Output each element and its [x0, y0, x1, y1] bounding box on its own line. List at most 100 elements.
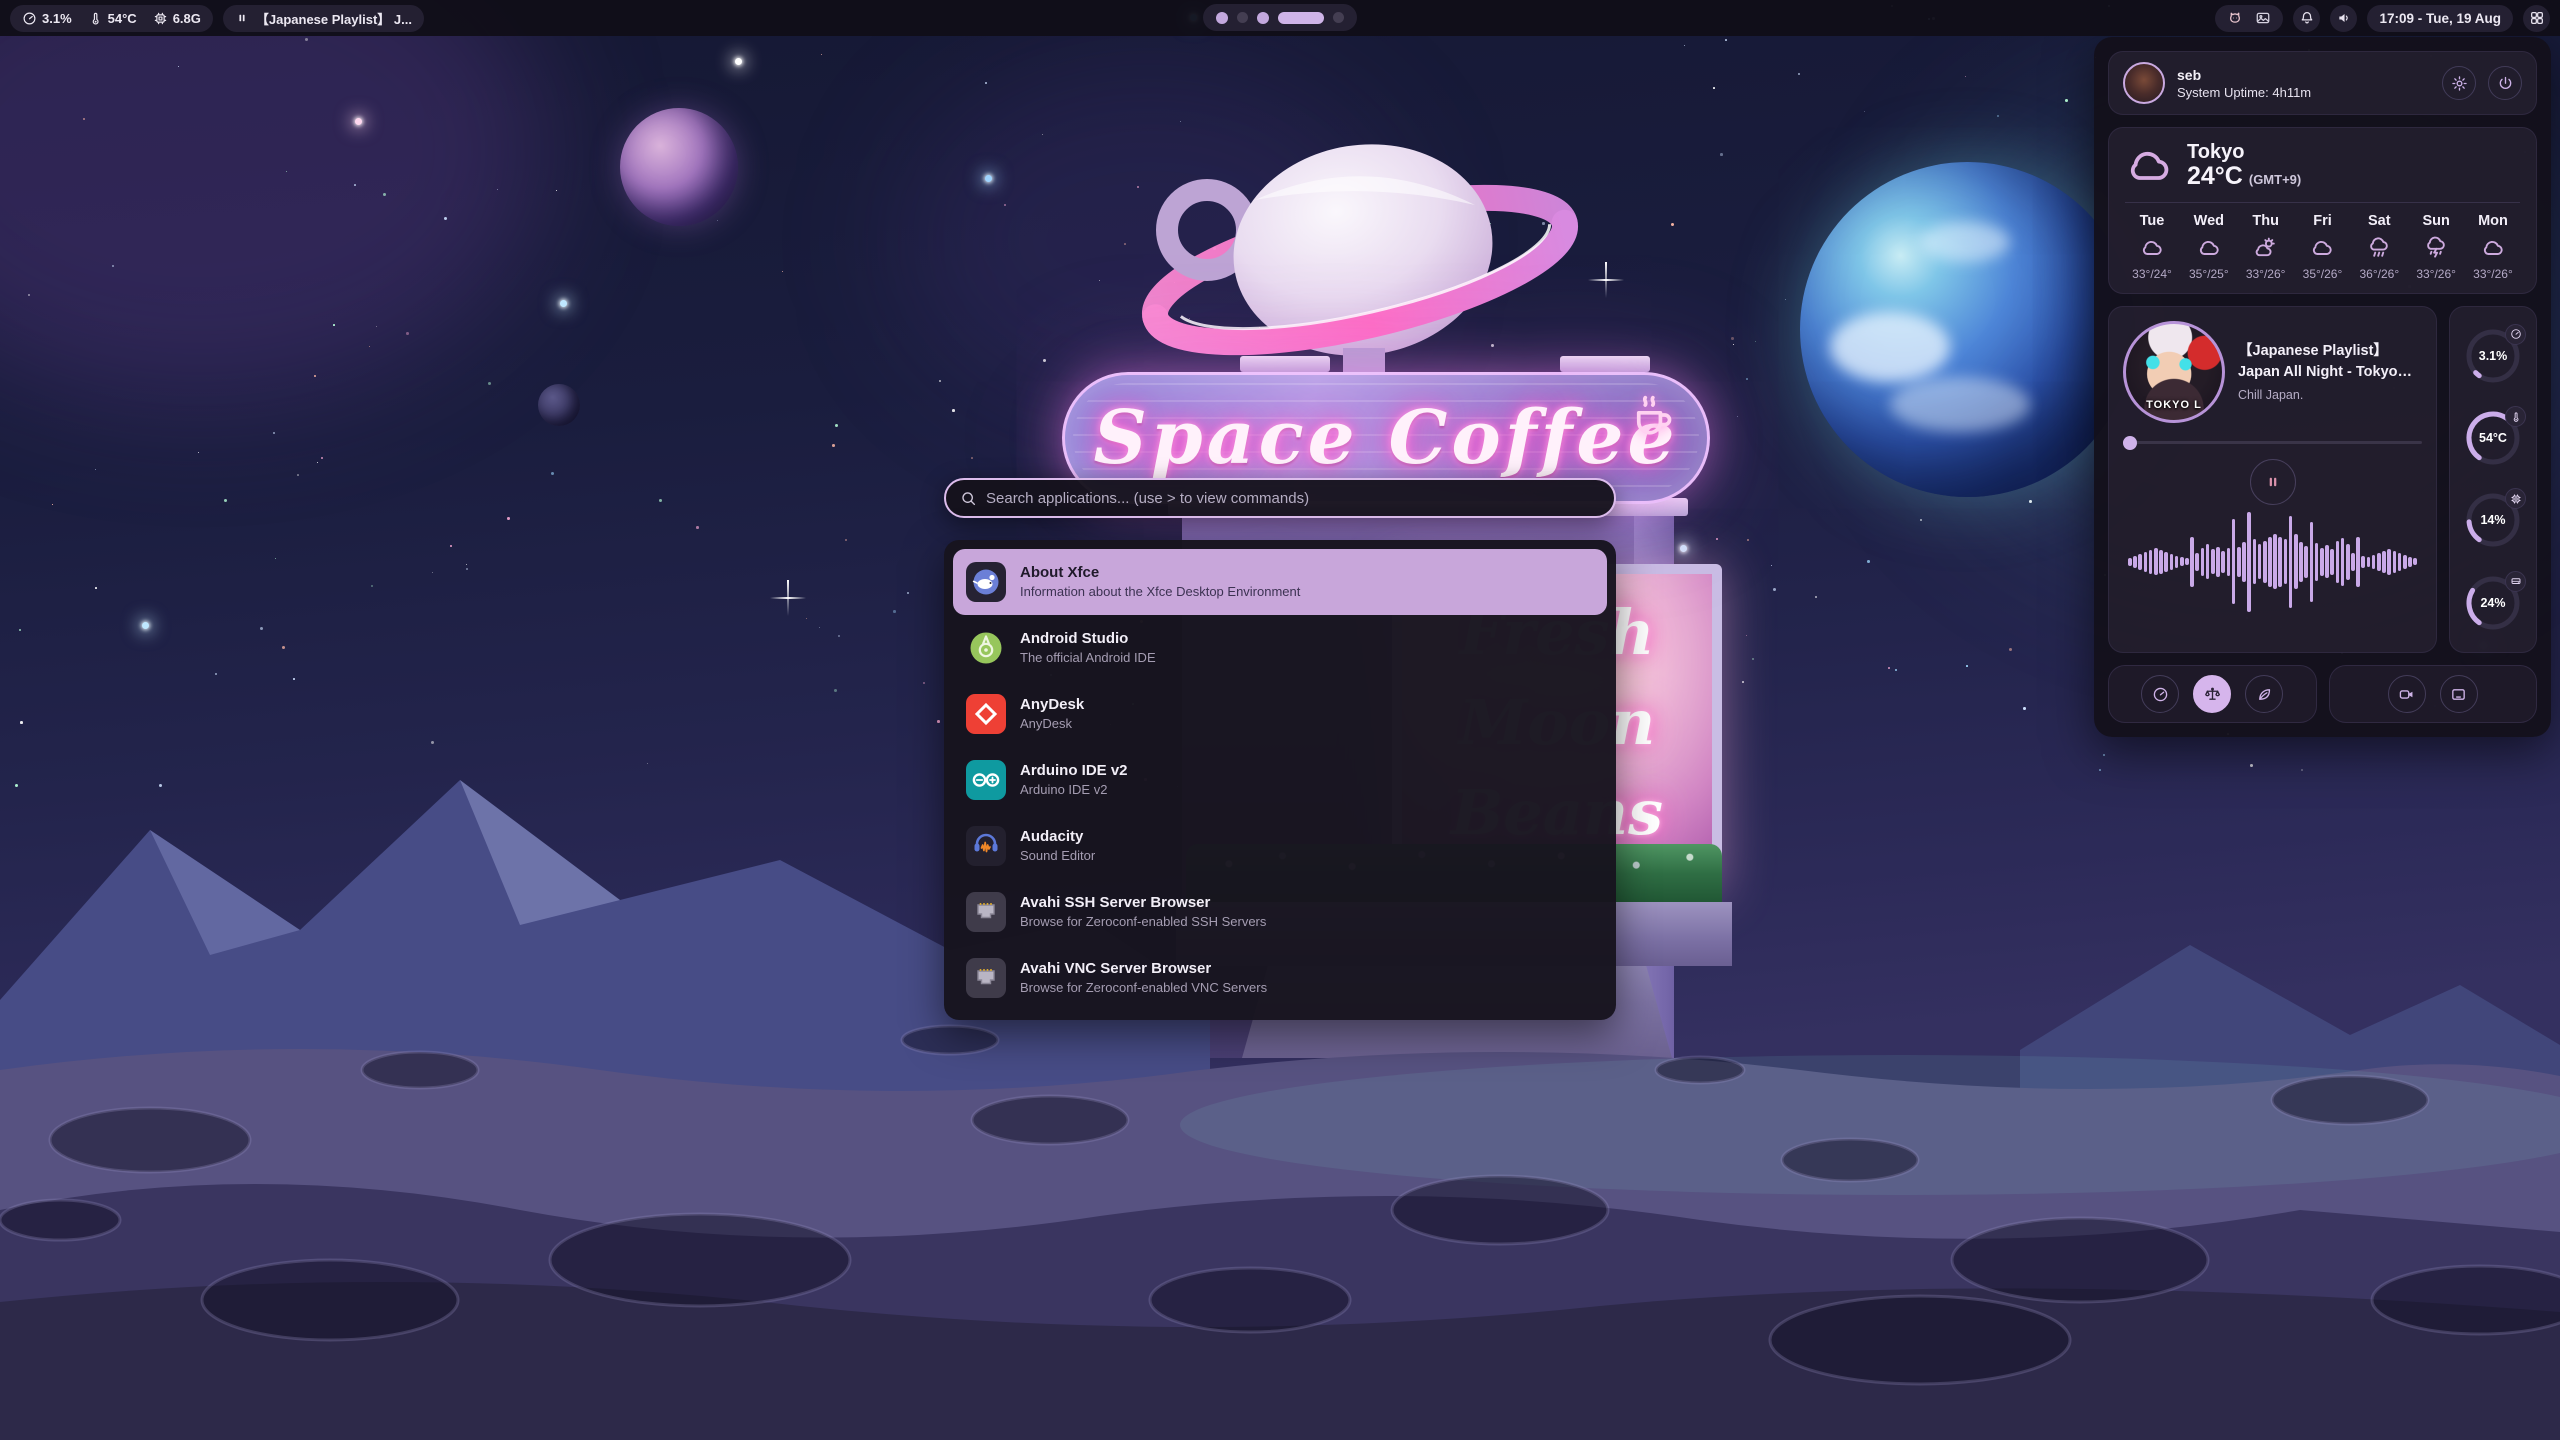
app-list-item[interactable]: Android Studio The official Android IDE — [953, 615, 1607, 681]
visualizer-bar — [2336, 541, 2340, 583]
app-list-item[interactable]: Avahi SSH Server Browser Browse for Zero… — [953, 879, 1607, 945]
track-artist: Chill Japan. — [2238, 388, 2422, 402]
album-art[interactable]: TOKYO L — [2123, 321, 2225, 423]
visualizer-bar — [2377, 553, 2381, 571]
rain-icon — [2367, 236, 2391, 260]
gauge-icon — [2505, 324, 2526, 345]
storm-icon — [2424, 236, 2448, 260]
visualizer-bar — [2164, 552, 2168, 572]
screen-record-button[interactable] — [2388, 675, 2426, 713]
small-moon — [538, 384, 580, 426]
control-center-panel: seb System Uptime: 4h11m Tokyo 24°C(GMT+… — [2094, 37, 2551, 737]
cloud-icon — [2481, 236, 2505, 260]
volume-button[interactable] — [2330, 5, 2357, 32]
chip-gauge: 14% — [2464, 491, 2522, 549]
visualizer-bar — [2408, 557, 2412, 567]
visualizer-bar — [2144, 552, 2148, 572]
cpu-temp: 54°C — [108, 11, 137, 26]
forecast-day: Tue 33°/24° — [2125, 213, 2179, 281]
visualizer-bar — [2294, 534, 2298, 589]
app-name: Avahi SSH Server Browser — [1020, 893, 1266, 913]
visualizer-bar — [2133, 556, 2137, 568]
visualizer-bar — [2361, 556, 2365, 568]
visualizer-bar — [2387, 549, 2391, 575]
power-button[interactable] — [2488, 66, 2522, 100]
visualizer-bar — [2403, 555, 2407, 569]
avahi-app-icon — [966, 892, 1006, 932]
forecast-temps: 35°/25° — [2189, 267, 2229, 281]
app-list-item[interactable]: About Xfce Information about the Xfce De… — [953, 549, 1607, 615]
thermometer-icon — [88, 11, 103, 26]
pause-icon — [2264, 473, 2282, 491]
visualizer-bar — [2175, 556, 2179, 568]
coffee-cup-icon — [1629, 389, 1681, 441]
visualizer-bar — [2253, 539, 2257, 584]
arduino-app-icon — [966, 760, 1006, 800]
visualizer-bar — [2211, 549, 2215, 574]
visualizer-bar — [2138, 554, 2142, 570]
app-grid-button[interactable] — [2523, 5, 2550, 32]
app-list-item[interactable]: AnyDesk AnyDesk — [953, 681, 1607, 747]
cat-tray-icon[interactable] — [2227, 10, 2243, 26]
app-list-item[interactable]: Avahi VNC Server Browser Browse for Zero… — [953, 945, 1607, 1011]
saturn-cup-art — [1115, 110, 1605, 400]
visualizer-bar — [2154, 548, 2158, 575]
seek-bar[interactable] — [2123, 436, 2422, 450]
weather-temperature: 24°C — [2187, 162, 2243, 190]
notifications-button[interactable] — [2293, 5, 2320, 32]
visualizer-bar — [2325, 545, 2329, 578]
app-name: Arduino IDE v2 — [1020, 761, 1128, 781]
workspace-dot-3[interactable] — [1257, 12, 1269, 24]
performance-profile-button[interactable] — [2141, 675, 2179, 713]
username: seb — [2177, 67, 2430, 83]
search-box[interactable] — [944, 478, 1616, 518]
system-stats-pill[interactable]: 3.1% 54°C 6.8G — [10, 5, 213, 32]
disk-icon — [2505, 571, 2526, 592]
seek-knob[interactable] — [2123, 436, 2137, 450]
cpu-usage: 3.1% — [42, 11, 72, 26]
app-list-item[interactable]: Arduino IDE v2 Arduino IDE v2 — [953, 747, 1607, 813]
workspace-dot-1[interactable] — [1216, 12, 1228, 24]
cloud-icon — [2140, 236, 2164, 260]
earth-planet — [1800, 162, 2135, 497]
system-tray[interactable] — [2215, 5, 2283, 32]
app-name: AnyDesk — [1020, 695, 1084, 715]
apps-grid-icon — [2529, 10, 2545, 26]
forecast-day-label: Tue — [2140, 213, 2165, 229]
bell-icon — [2299, 10, 2315, 26]
app-description: Browse for Zeroconf-enabled SSH Servers — [1020, 914, 1266, 931]
app-launcher: About Xfce Information about the Xfce De… — [944, 478, 1616, 1020]
visualizer-bar — [2372, 555, 2376, 569]
sign-post — [1240, 356, 1330, 372]
screenshot-button[interactable] — [2440, 675, 2478, 713]
visualizer-bar — [2232, 519, 2236, 604]
weather-timezone: (GMT+9) — [2249, 172, 2301, 187]
forecast-day: Mon 33°/26° — [2466, 213, 2520, 281]
workspace-dot-4[interactable] — [1278, 12, 1324, 24]
track-title: 【Japanese Playlist】 Japan All Night - To… — [2238, 341, 2422, 382]
workspace-indicator[interactable] — [1203, 4, 1357, 31]
video-camera-icon — [2398, 686, 2415, 703]
app-name: Audacity — [1020, 827, 1095, 847]
audacity-app-icon — [966, 826, 1006, 866]
disk-gauge: 24% — [2464, 574, 2522, 632]
now-playing-pill[interactable]: 【Japanese Playlist】 J... — [223, 5, 424, 32]
visualizer-bar — [2315, 543, 2319, 581]
clock-pill[interactable]: 17:09 - Tue, 19 Aug — [2367, 5, 2513, 32]
app-list-item[interactable]: Audacity Sound Editor — [953, 813, 1607, 879]
image-tray-icon[interactable] — [2255, 10, 2271, 26]
play-pause-button[interactable] — [2250, 459, 2296, 505]
visualizer-bar — [2299, 542, 2303, 582]
workspace-dot-2[interactable] — [1237, 12, 1248, 23]
visualizer-bar — [2393, 551, 2397, 573]
purple-planet — [620, 108, 738, 226]
avatar[interactable] — [2123, 62, 2165, 104]
settings-button[interactable] — [2442, 66, 2476, 100]
power-saver-profile-button[interactable] — [2245, 675, 2283, 713]
balanced-profile-button[interactable] — [2193, 675, 2231, 713]
app-name: Android Studio — [1020, 629, 1156, 649]
search-input[interactable] — [986, 490, 1600, 507]
workspace-dot-5[interactable] — [1333, 12, 1344, 23]
visualizer-bar — [2180, 557, 2184, 566]
visualizer-bar — [2206, 544, 2210, 579]
